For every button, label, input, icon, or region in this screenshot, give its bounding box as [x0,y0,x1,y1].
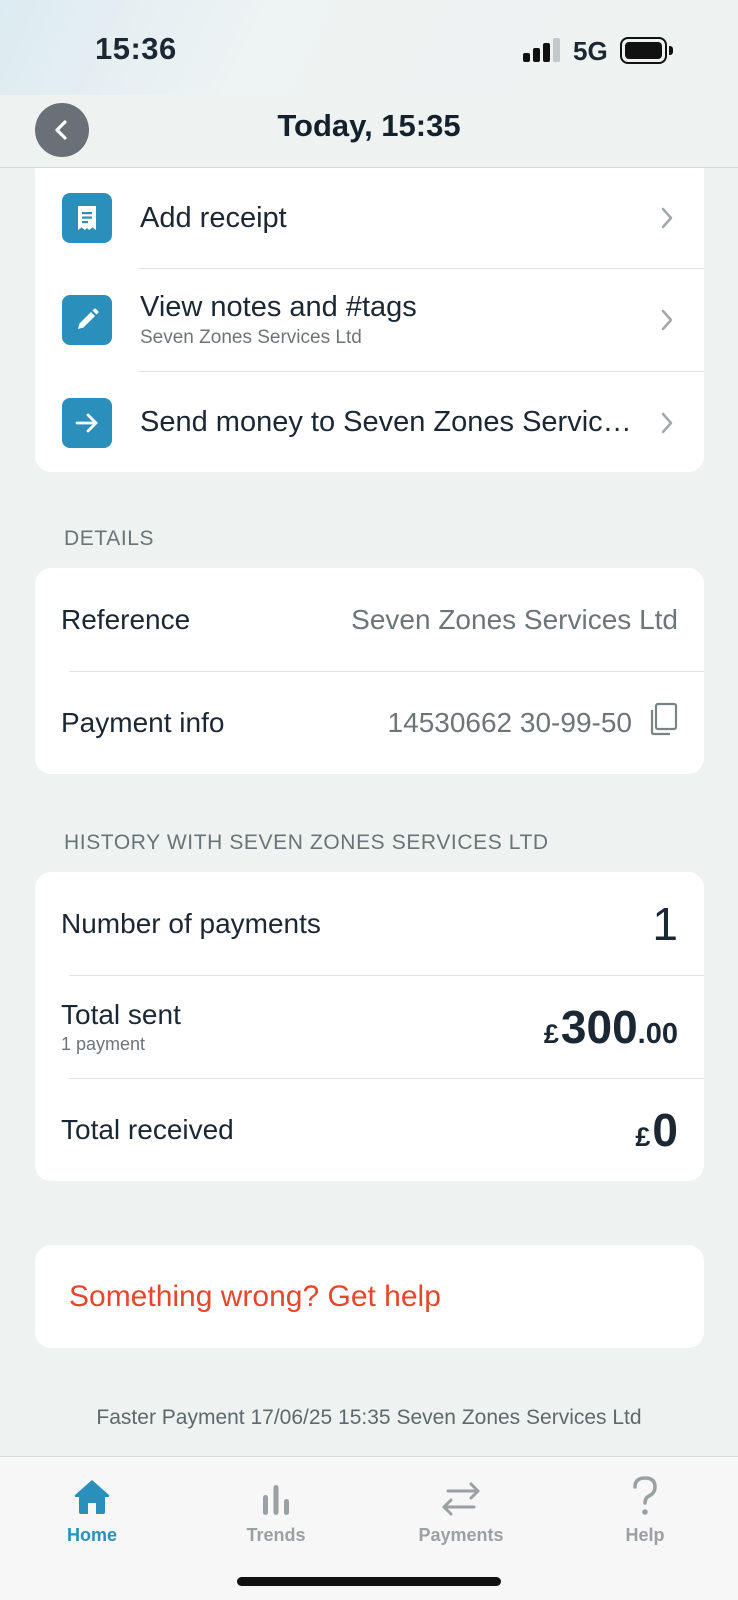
tab-help-label: Help [625,1525,665,1545]
tab-trends-label: Trends [246,1525,306,1545]
total-sent-row: Total sent 1 payment £ 300 .00 [35,975,704,1078]
reference-label: Reference [61,603,191,635]
tab-payments[interactable]: Payments [401,1471,521,1546]
pencil-icon [62,294,112,345]
copy-icon [650,702,678,736]
tab-help[interactable]: Help [585,1471,705,1546]
payment-info-row: Payment info 14530662 30-99-50 [35,671,704,774]
total-received-label: Total received [61,1113,234,1145]
signal-icon [523,38,563,62]
number-of-payments-value: 1 [652,897,678,950]
arrow-right-icon [62,397,112,448]
get-help-button[interactable]: Something wrong? Get help [35,1245,704,1348]
total-sent-label: Total sent [61,998,181,1030]
payment-info-label: Payment info [61,706,225,738]
total-sent-main: 300 [560,1000,638,1053]
home-icon [74,1480,110,1514]
send-money-label: Send money to Seven Zones Services Ltd [140,406,634,438]
number-of-payments-label: Number of payments [61,907,321,939]
payment-info-value: 14530662 30-99-50 [387,706,632,738]
transfer-arrows-icon [442,1482,480,1516]
history-heading: HISTORY WITH SEVEN ZONES SERVICES LTD [64,831,549,854]
total-received-amount: £ 0 [635,1103,678,1157]
total-received-main: 0 [652,1103,678,1156]
add-receipt-label: Add receipt [140,201,287,234]
status-bar: 15:36 5G [0,0,738,95]
chevron-right-icon [661,412,673,433]
tab-trends[interactable]: Trends [216,1471,336,1546]
total-received-row: Total received £ 0 [35,1078,704,1181]
total-sent-amount: £ 300 .00 [544,1000,678,1054]
page-title: Today, 15:35 [277,108,461,143]
tab-payments-label: Payments [418,1525,504,1545]
home-indicator [237,1577,501,1586]
total-sent-currency: £ [543,1018,559,1049]
chevron-right-icon [661,309,673,330]
tab-home[interactable]: Home [32,1471,152,1546]
get-help-label: Something wrong? Get help [69,1279,441,1313]
network-type: 5G [573,36,608,66]
reference-row: Reference Seven Zones Services Ltd [35,568,704,671]
details-heading: DETAILS [64,527,155,550]
nav-header: Today, 15:35 [0,95,738,168]
question-mark-icon [633,1476,657,1515]
view-notes-row[interactable]: View notes and #tags Seven Zones Service… [35,268,704,371]
payment-meta: Faster Payment 17/06/25 15:35 Seven Zone… [96,1406,642,1429]
details-card: Reference Seven Zones Services Ltd Payme… [35,568,704,774]
number-of-payments-row: Number of payments 1 [35,872,704,975]
status-time: 15:36 [95,31,177,66]
view-notes-label: View notes and #tags [140,290,417,323]
copy-button[interactable] [648,702,678,743]
send-money-row[interactable]: Send money to Seven Zones Services Ltd [35,371,704,472]
total-received-currency: £ [635,1121,651,1152]
chevron-right-icon [661,207,673,229]
total-sent-sublabel: 1 payment [61,1033,146,1054]
bar-chart-icon [263,1485,289,1515]
receipt-icon [62,193,112,243]
total-sent-decimal: .00 [637,1017,678,1050]
battery-icon [620,37,673,64]
reference-value: Seven Zones Services Ltd [351,603,678,635]
actions-card: Add receipt View notes and #tags Seven Z… [35,168,704,472]
add-receipt-row[interactable]: Add receipt [35,168,704,268]
tab-home-label: Home [66,1525,117,1545]
history-card: Number of payments 1 Total sent 1 paymen… [35,872,704,1181]
view-notes-sublabel: Seven Zones Services Ltd [140,326,362,348]
